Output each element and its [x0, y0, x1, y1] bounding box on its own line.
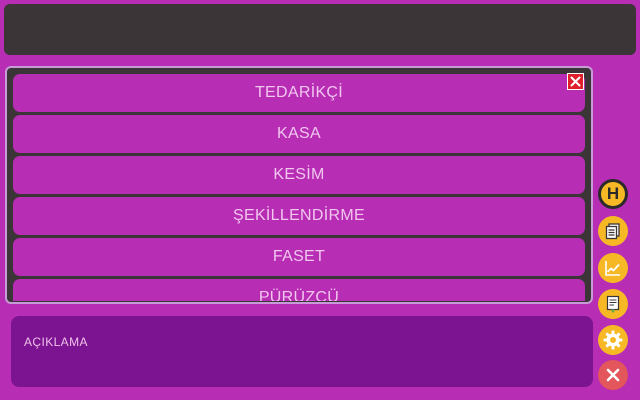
description-label: AÇIKLAMA: [24, 335, 88, 349]
gear-icon: [603, 330, 623, 350]
chart-button[interactable]: [598, 253, 628, 283]
menu-item-kasa[interactable]: KASA: [13, 115, 585, 153]
top-bar: [4, 4, 636, 55]
menu-item-tedarikci[interactable]: TEDARİKÇİ: [13, 74, 585, 112]
menu-item-kesim[interactable]: KESİM: [13, 156, 585, 194]
close-icon: [570, 76, 581, 87]
chart-icon: [605, 261, 620, 276]
menu-list[interactable]: TEDARİKÇİ KASA KESİM ŞEKİLLENDİRME FASET…: [13, 74, 585, 301]
menu-panel: TEDARİKÇİ KASA KESİM ŞEKİLLENDİRME FASET…: [5, 66, 593, 304]
panel-close-button[interactable]: [567, 73, 584, 90]
exit-button[interactable]: [598, 360, 628, 390]
report-button[interactable]: [598, 289, 628, 319]
menu-item-faset[interactable]: FASET: [13, 238, 585, 276]
close-icon: [606, 368, 620, 382]
documents-button[interactable]: [598, 216, 628, 246]
h-icon: H: [606, 184, 620, 203]
h-button[interactable]: H: [598, 179, 628, 209]
document-icon: [605, 223, 620, 240]
report-icon: [606, 295, 620, 313]
description-field[interactable]: AÇIKLAMA: [11, 316, 593, 387]
menu-item-puruzcu[interactable]: PÜRÜZCÜ: [13, 279, 585, 301]
settings-button[interactable]: [598, 325, 628, 355]
menu-item-sekillendirme[interactable]: ŞEKİLLENDİRME: [13, 197, 585, 235]
